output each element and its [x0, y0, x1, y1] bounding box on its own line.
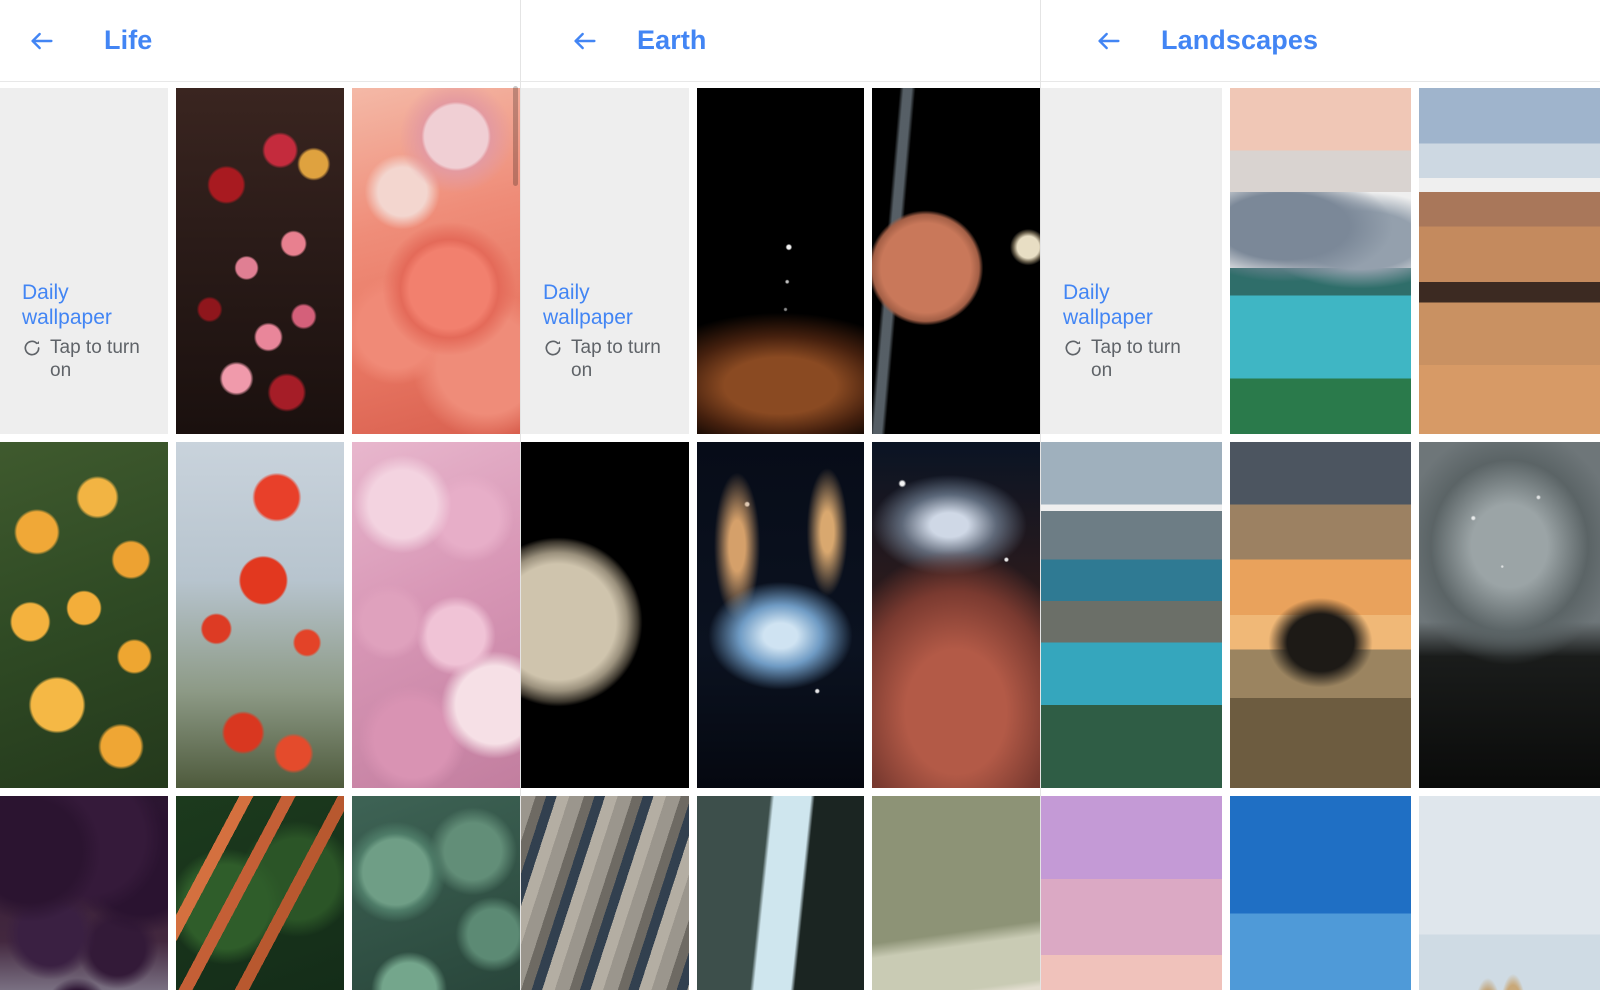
croton-leaves-wallpaper[interactable] — [176, 796, 344, 990]
night-field-wallpaper[interactable] — [1419, 442, 1600, 788]
arrow-left-icon — [28, 27, 56, 55]
twelve-apostles-wallpaper[interactable] — [1419, 796, 1600, 990]
refresh-icon — [22, 338, 42, 363]
wallpaper-thumbnail-image — [521, 796, 689, 990]
panel-title-earth: Earth — [637, 25, 707, 55]
mountain-ridges-wallpaper[interactable] — [521, 796, 689, 990]
wallpaper-thumbnail-image — [1230, 796, 1411, 990]
wallpaper-thumbnail-image — [872, 442, 1040, 788]
wallpaper-grid-life: Daily wallpaper Tap to turn on — [0, 82, 520, 990]
panel-title-landscapes: Landscapes — [1161, 25, 1319, 55]
wallpaper-thumbnail-image — [1041, 442, 1222, 788]
wallpaper-thumbnail-image — [352, 442, 520, 788]
vertical-scrollbar-thumb-life[interactable] — [513, 86, 518, 186]
jupiter-moon-wallpaper[interactable] — [872, 88, 1040, 434]
dahlia-closeup-wallpaper[interactable] — [352, 88, 520, 434]
wallpaper-thumbnail-image — [176, 88, 344, 434]
wallpaper-thumbnail-image — [0, 796, 168, 990]
blue-nebula-wallpaper[interactable] — [696, 442, 865, 788]
aerial-beach-wallpaper[interactable] — [872, 796, 1040, 990]
wallpaper-category-panel-landscapes: Landscapes Daily wallpaper Tap to turn o… — [1040, 0, 1600, 990]
wallpaper-grid-wrapper-life: Daily wallpaper Tap to turn on — [0, 82, 520, 990]
daily-wallpaper-tile-life[interactable]: Daily wallpaper Tap to turn on — [0, 88, 168, 434]
wallpaper-thumbnail-image — [1041, 796, 1222, 990]
wallpaper-thumbnail-image — [1419, 442, 1600, 788]
dahlia-field-wallpaper[interactable] — [176, 88, 344, 434]
back-button-life[interactable] — [18, 17, 66, 65]
savanna-tree-wallpaper[interactable] — [1230, 442, 1411, 788]
wallpaper-picker-screen: Life Daily wallpaper Tap to turn on Eart… — [0, 0, 1600, 990]
wallpaper-grid-wrapper-earth: Daily wallpaper Tap to turn on — [521, 82, 1040, 990]
daily-wallpaper-tile-landscapes[interactable]: Daily wallpaper Tap to turn on — [1041, 88, 1222, 434]
daily-wallpaper-title: Daily wallpaper — [1063, 281, 1153, 329]
refresh-icon — [543, 338, 563, 363]
wallpaper-thumbnail-image — [1230, 442, 1411, 788]
wallpaper-thumbnail-image — [0, 442, 168, 788]
wallpaper-grid-landscapes: Daily wallpaper Tap to turn on — [1041, 82, 1600, 990]
arrow-left-icon — [571, 27, 599, 55]
wallpaper-thumbnail-image — [176, 796, 344, 990]
daily-wallpaper-subtitle: Tap to turn on — [571, 337, 661, 381]
wallpaper-thumbnail-image — [176, 442, 344, 788]
wallpaper-thumbnail-image — [696, 88, 865, 434]
red-poppies-wallpaper[interactable] — [176, 442, 344, 788]
refresh-icon — [1063, 338, 1083, 363]
arrow-left-icon — [1095, 27, 1123, 55]
wallpaper-thumbnail-image — [352, 88, 520, 434]
daily-wallpaper-title: Daily wallpaper — [543, 281, 633, 329]
red-nebula-wallpaper[interactable] — [872, 442, 1040, 788]
big-sur-coast-wallpaper[interactable] — [1041, 442, 1222, 788]
desert-canyon-wallpaper[interactable] — [1419, 88, 1600, 434]
panel-title-life: Life — [104, 25, 153, 55]
daily-wallpaper-subtitle: Tap to turn on — [50, 337, 140, 381]
succulents-wallpaper[interactable] — [352, 796, 520, 990]
pink-peak-wallpaper[interactable] — [1041, 796, 1222, 990]
app-bar-life: Life — [0, 0, 520, 82]
wallpaper-grid-wrapper-landscapes: Daily wallpaper Tap to turn on — [1041, 82, 1600, 990]
wallpaper-category-panel-earth: Earth Daily wallpaper Tap to turn on — [520, 0, 1040, 990]
pink-peonies-wallpaper[interactable] — [352, 442, 520, 788]
wallpaper-thumbnail-image — [696, 796, 865, 990]
daily-wallpaper-title: Daily wallpaper — [22, 281, 112, 329]
wallpaper-category-panel-life: Life Daily wallpaper Tap to turn on — [0, 0, 520, 990]
wisteria-wallpaper[interactable] — [0, 796, 168, 990]
back-button-earth[interactable] — [561, 17, 609, 65]
wallpaper-grid-earth: Daily wallpaper Tap to turn on — [521, 82, 1040, 990]
wallpaper-thumbnail-image — [1419, 88, 1600, 434]
wallpaper-thumbnail-image — [521, 442, 689, 788]
moraine-lake-wallpaper[interactable] — [1230, 88, 1411, 434]
wallpaper-thumbnail-image — [696, 442, 865, 788]
jupiter-pole-wallpaper[interactable] — [521, 442, 689, 788]
app-bar-earth: Earth — [521, 0, 1040, 82]
back-button-landscapes[interactable] — [1085, 17, 1133, 65]
aerial-surf-wallpaper[interactable] — [696, 796, 865, 990]
wallpaper-thumbnail-image — [352, 796, 520, 990]
mars-sunrise-wallpaper[interactable] — [696, 88, 865, 434]
wallpaper-thumbnail-image — [872, 88, 1040, 434]
wallpaper-thumbnail-image — [872, 796, 1040, 990]
app-bar-landscapes: Landscapes — [1041, 0, 1600, 82]
daily-wallpaper-tile-earth[interactable]: Daily wallpaper Tap to turn on — [521, 88, 689, 434]
daily-wallpaper-subtitle: Tap to turn on — [1091, 337, 1181, 381]
wallpaper-thumbnail-image — [1230, 88, 1411, 434]
wallpaper-thumbnail-image — [1419, 796, 1600, 990]
orange-cosmos-wallpaper[interactable] — [0, 442, 168, 788]
monument-valley-wallpaper[interactable] — [1230, 796, 1411, 990]
